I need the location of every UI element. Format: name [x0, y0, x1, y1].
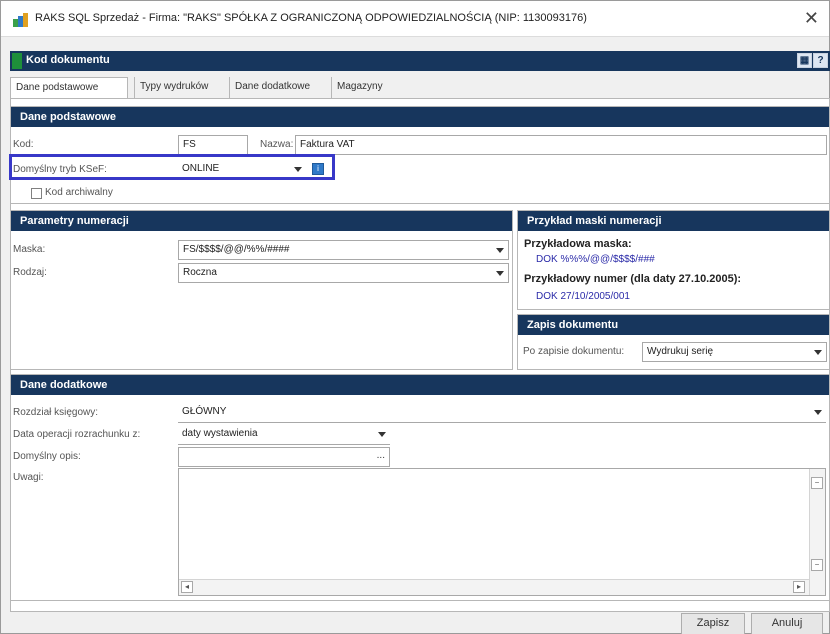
example-number-value: DOK 27/10/2005/001	[536, 291, 630, 302]
additional-section: Dane dodatkowe Rozdział księgowy: GŁÓWNY…	[10, 374, 830, 601]
maska-dropdown[interactable]: FS/$$$$/@@/%%/####	[178, 240, 509, 260]
save-button[interactable]: Zapisz	[681, 613, 745, 634]
status-marker	[12, 53, 22, 69]
tab-dane-dodatkowe[interactable]: Dane dodatkowe	[229, 77, 316, 98]
close-icon[interactable]: ✕	[804, 7, 819, 29]
window-title: RAKS SQL Sprzedaż - Firma: "RAKS" SPÓŁKA…	[35, 12, 587, 24]
layout-icon[interactable]: ▦	[797, 53, 812, 68]
example-mask-value: DOK %%%/@@/$$$$/###	[536, 254, 655, 265]
document-header: Kod dokumentu ▦ ?	[10, 51, 830, 71]
tab-magazyny[interactable]: Magazyny	[331, 77, 388, 98]
help-icon[interactable]: ?	[813, 53, 828, 68]
basic-section-heading: Dane podstawowe	[11, 107, 829, 127]
additional-section-heading: Dane dodatkowe	[11, 375, 829, 395]
rozdzial-dropdown-value: GŁÓWNY	[182, 406, 227, 417]
save-label: Po zapisie dokumentu:	[523, 346, 625, 357]
data-operacji-dropdown-value: daty wystawienia	[182, 428, 258, 439]
mask-example-section: Przykład maski numeracji Przykładowa mas…	[517, 210, 830, 310]
save-dropdown-value: Wydrukuj serię	[647, 346, 714, 357]
opis-input[interactable]: ...	[178, 447, 390, 467]
more-icon[interactable]: ...	[377, 450, 385, 461]
app-icon	[13, 13, 28, 27]
document-header-title: Kod dokumentu	[26, 54, 110, 66]
chevron-down-icon	[814, 350, 822, 355]
tab-dane-podstawowe[interactable]: Dane podstawowe	[10, 77, 128, 99]
example-number-title: Przykładowy numer (dla daty 27.10.2005):	[524, 273, 742, 285]
nazwa-label: Nazwa:	[260, 139, 294, 150]
title-bar: RAKS SQL Sprzedaż - Firma: "RAKS" SPÓŁKA…	[1, 1, 829, 37]
ksef-highlight-frame	[9, 154, 335, 180]
rodzaj-dropdown[interactable]: Roczna	[178, 263, 509, 283]
kod-label: Kod:	[13, 139, 34, 150]
rozdzial-label: Rozdział księgowy:	[13, 407, 99, 418]
save-section: Zapis dokumentu Po zapisie dokumentu: Wy…	[517, 314, 830, 370]
rozdzial-dropdown[interactable]: GŁÓWNY	[178, 403, 826, 423]
numbering-section: Parametry numeracji Maska: FS/$$$$/@@/%%…	[10, 210, 513, 370]
tab-typy-wydrukow[interactable]: Typy wydruków	[134, 77, 214, 98]
scroll-up-icon[interactable]: −	[811, 477, 823, 489]
uwagi-label: Uwagi:	[13, 472, 44, 483]
horizontal-scrollbar[interactable]: ◂ ▸	[179, 579, 809, 595]
numbering-section-heading: Parametry numeracji	[11, 211, 512, 231]
chevron-down-icon	[496, 271, 504, 276]
mask-example-heading: Przykład maski numeracji	[518, 211, 829, 231]
data-operacji-label: Data operacji rozrachunku z:	[13, 429, 141, 440]
save-dropdown[interactable]: Wydrukuj serię	[642, 342, 827, 362]
example-mask-title: Przykładowa maska:	[524, 238, 632, 250]
chevron-down-icon	[814, 410, 822, 415]
chevron-down-icon	[496, 248, 504, 253]
save-section-heading: Zapis dokumentu	[518, 315, 829, 335]
nazwa-input[interactable]: Faktura VAT	[295, 135, 827, 155]
dialog-window: RAKS SQL Sprzedaż - Firma: "RAKS" SPÓŁKA…	[0, 0, 830, 634]
scroll-left-icon[interactable]: ◂	[181, 581, 193, 593]
data-operacji-dropdown[interactable]: daty wystawienia	[178, 425, 390, 445]
opis-label: Domyślny opis:	[13, 451, 81, 462]
archive-label: Kod archiwalny	[45, 187, 113, 198]
scroll-right-icon[interactable]: ▸	[793, 581, 805, 593]
chevron-down-icon	[378, 432, 386, 437]
scroll-down-icon[interactable]: −	[811, 559, 823, 571]
rodzaj-label: Rodzaj:	[13, 267, 47, 278]
uwagi-textarea[interactable]: − − ◂ ▸	[178, 468, 826, 596]
rodzaj-dropdown-value: Roczna	[183, 267, 217, 278]
vertical-scrollbar[interactable]: − −	[809, 469, 825, 595]
maska-label: Maska:	[13, 244, 46, 255]
maska-dropdown-value: FS/$$$$/@@/%%/####	[183, 244, 290, 255]
cancel-button[interactable]: Anuluj	[751, 613, 823, 634]
archive-checkbox[interactable]	[31, 188, 42, 199]
kod-input[interactable]: FS	[178, 135, 248, 155]
